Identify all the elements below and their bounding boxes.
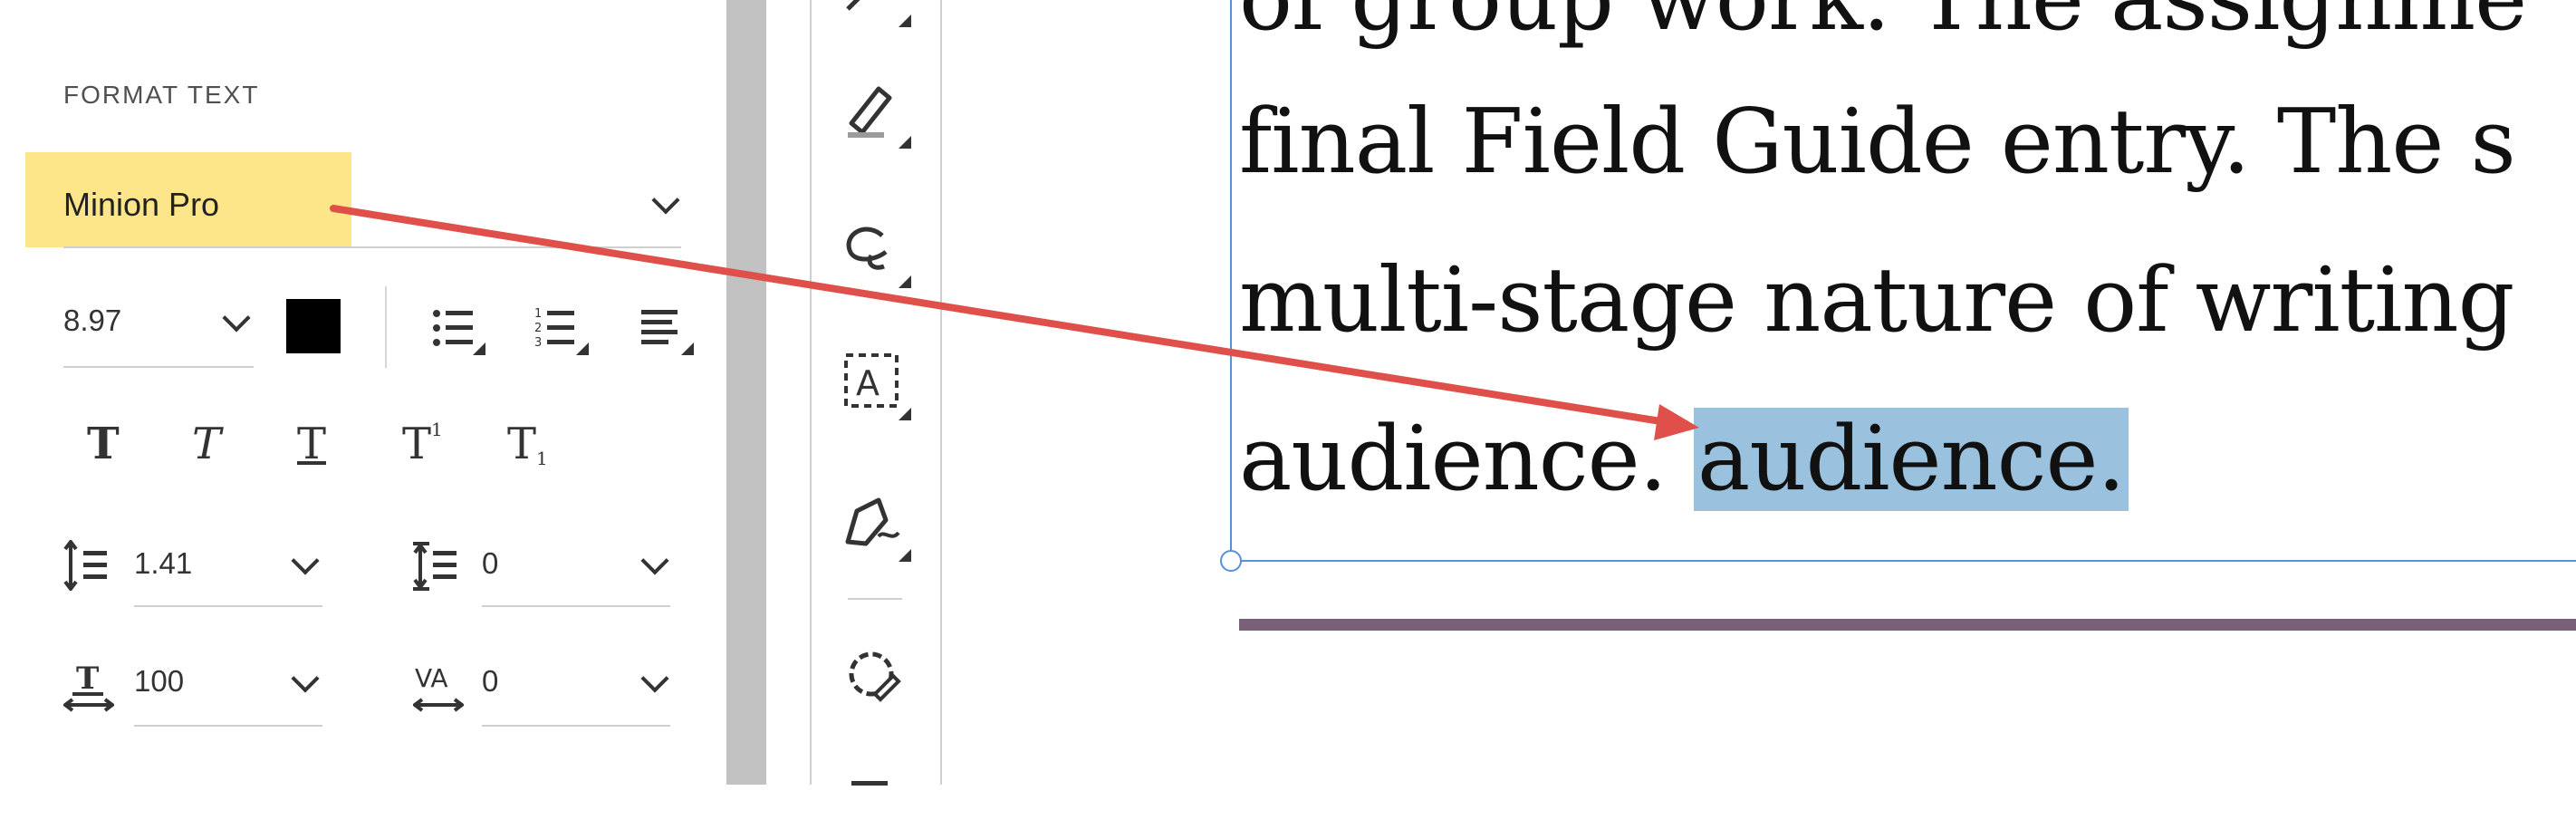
draw-icon[interactable] xyxy=(839,0,911,27)
tools-separator xyxy=(848,598,902,600)
document-line[interactable]: audience. audience. xyxy=(1239,408,2129,511)
text-frame-border xyxy=(1230,0,1232,562)
font-size-input[interactable]: 8.97 xyxy=(63,304,121,338)
svg-text:A: A xyxy=(856,363,879,403)
text-color-swatch[interactable] xyxy=(286,299,341,353)
pen-sign-icon[interactable] xyxy=(839,489,911,562)
line-spacing-underline xyxy=(134,605,322,607)
svg-text:2: 2 xyxy=(534,322,542,335)
stamp-icon[interactable] xyxy=(839,641,911,714)
highlighter-icon[interactable] xyxy=(839,76,911,149)
document-line[interactable]: of group work. The assignme xyxy=(1239,0,2527,51)
line-spacing-icon xyxy=(63,540,111,591)
line-spacing-input[interactable]: 1.41 xyxy=(134,546,192,581)
paragraph-spacing-icon xyxy=(413,540,460,591)
tools-rule xyxy=(810,0,812,785)
svg-text:1: 1 xyxy=(534,307,542,321)
font-family-underline xyxy=(63,246,681,248)
text-frame-border xyxy=(1230,560,2576,562)
chevron-down-icon[interactable] xyxy=(291,546,320,575)
document-line[interactable]: multi-stage nature of writing xyxy=(1239,249,2514,352)
format-text-panel: FORMAT TEXT Minion Pro 8.97 1 2 3 T T T … xyxy=(0,0,726,785)
font-family-select[interactable]: Minion Pro xyxy=(63,186,219,224)
svg-text:VA: VA xyxy=(415,663,448,693)
text-tool-icon[interactable] xyxy=(839,767,911,839)
svg-text:T: T xyxy=(76,661,99,697)
tools-column: A xyxy=(766,0,944,786)
bold-button[interactable]: T xyxy=(87,419,120,469)
char-spacing-underline xyxy=(482,725,670,727)
paragraph-spacing-input[interactable]: 0 xyxy=(482,546,498,581)
superscript-button[interactable]: T1 xyxy=(402,419,443,469)
text-box-icon[interactable]: A xyxy=(839,348,911,420)
italic-button[interactable]: T xyxy=(192,419,221,469)
section-title: FORMAT TEXT xyxy=(63,81,260,109)
horizontal-scale-input[interactable]: 100 xyxy=(134,664,184,699)
toolbar-divider xyxy=(385,286,387,368)
document-text[interactable]: audience. xyxy=(1239,408,1668,511)
align-icon[interactable] xyxy=(639,304,694,355)
bullet-list-icon[interactable] xyxy=(431,304,485,355)
text-frame-handle[interactable] xyxy=(1220,550,1242,572)
chevron-down-icon[interactable] xyxy=(222,304,251,333)
horizontal-scale-icon: T xyxy=(63,660,114,712)
char-spacing-icon: VA xyxy=(413,660,464,712)
char-spacing-input[interactable]: 0 xyxy=(482,664,498,699)
chevron-down-icon[interactable] xyxy=(640,546,669,575)
chevron-down-icon[interactable] xyxy=(640,664,669,693)
selected-text[interactable]: audience. xyxy=(1693,408,2129,511)
document-line[interactable]: final Field Guide entry. The s xyxy=(1239,91,2516,194)
chevron-down-icon[interactable] xyxy=(291,664,320,693)
font-size-underline xyxy=(63,366,254,368)
lasso-icon[interactable] xyxy=(839,216,911,288)
tools-rule xyxy=(940,0,942,785)
svg-text:3: 3 xyxy=(534,336,542,350)
horizontal-rule xyxy=(1239,619,2576,631)
chevron-down-icon[interactable] xyxy=(651,186,680,215)
underline-button[interactable]: T xyxy=(297,419,326,469)
paragraph-spacing-underline xyxy=(482,605,670,607)
subscript-button[interactable]: T1 xyxy=(507,419,548,469)
document-canvas[interactable]: of group work. The assignme final Field … xyxy=(944,0,2576,785)
panel-resize-divider[interactable] xyxy=(726,0,766,785)
numbered-list-icon[interactable]: 1 2 3 xyxy=(534,304,589,355)
horizontal-scale-underline xyxy=(134,725,322,727)
